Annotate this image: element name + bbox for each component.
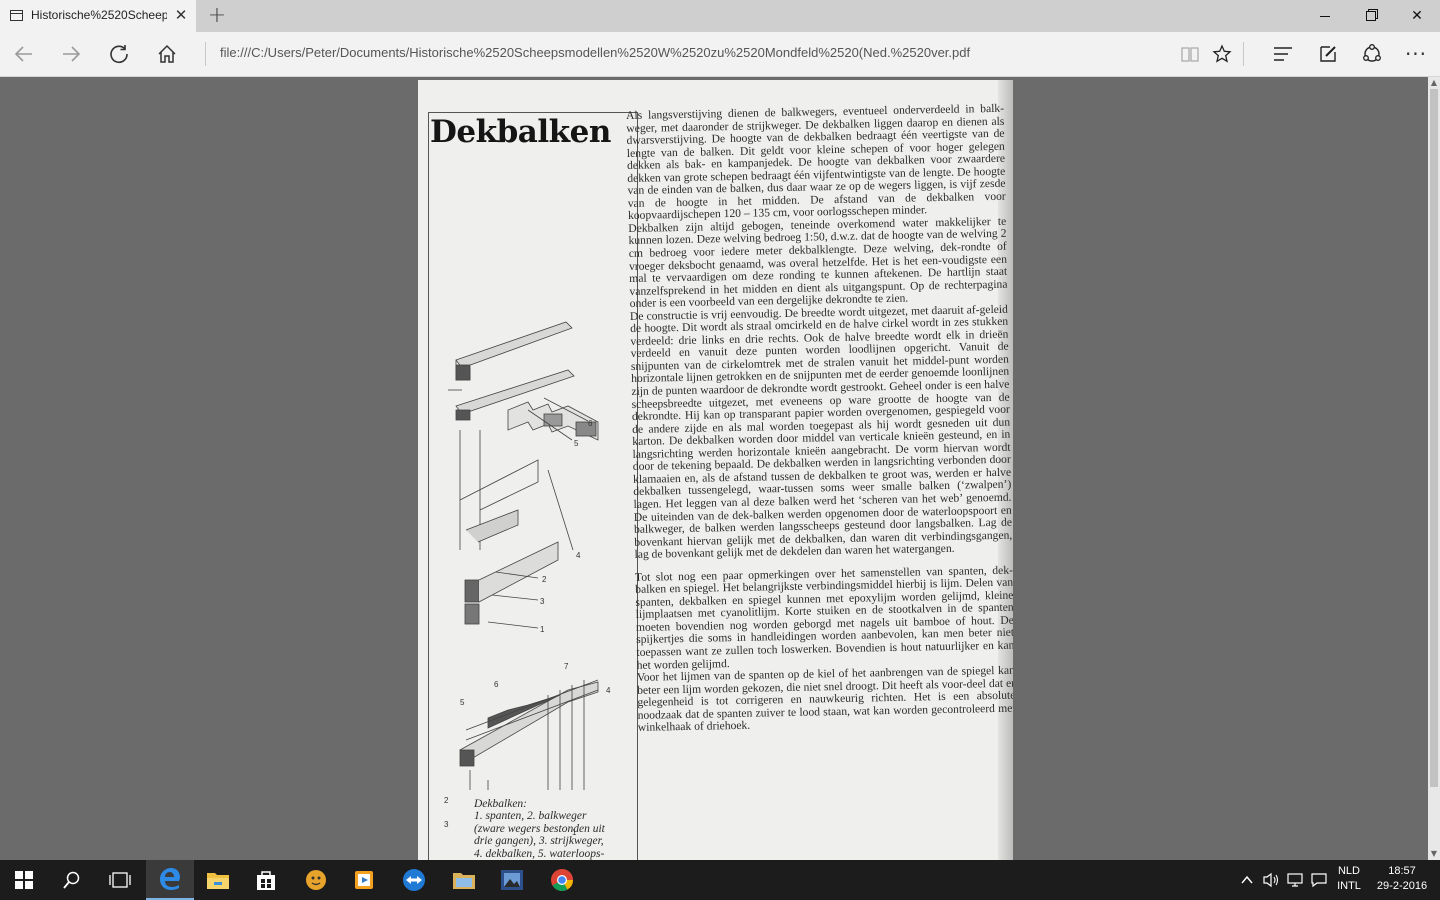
reading-view-icon[interactable] [1173,38,1207,70]
figure-label: 2 [444,796,449,805]
clock-date: 29-2-2016 [1376,880,1428,892]
task-view-icon[interactable] [96,860,144,900]
figure-label: 4 [606,686,611,695]
cheetah-app-icon[interactable] [292,860,340,900]
star-icon[interactable] [1205,38,1239,70]
figure-label: 1 [540,625,545,634]
separator [205,42,206,66]
teamviewer-icon[interactable] [390,860,438,900]
body-text: Als langsverstijving dienen de balkweger… [625,101,1013,735]
volume-icon[interactable] [1261,870,1281,890]
scroll-up-icon[interactable]: ▲ [1428,77,1440,89]
back-arrow-icon[interactable] [7,38,41,70]
figure-caption: Dekbalken: 1. spanten, 2. balkweger (zwa… [474,798,624,860]
paragraph: Dekbalken zijn altijd gebogen, teneinde … [628,214,1008,311]
address-bar[interactable]: file:///C:/Users/Peter/Documents/Histori… [220,45,1160,60]
figure-label: 3 [444,820,449,829]
network-icon[interactable] [1285,870,1305,890]
home-icon[interactable] [150,38,184,70]
pdf-page: Dekbalken Als langsverstijving dienen de… [418,80,1013,860]
chevron-up-icon[interactable] [1237,870,1257,890]
scroll-down-icon[interactable]: ▼ [1428,848,1440,860]
page-icon [10,10,23,21]
media-player-icon[interactable] [340,860,388,900]
figure-label: 5 [460,698,465,707]
vertical-scrollbar[interactable]: ▲ ▼ [1428,77,1440,860]
more-icon[interactable]: ··· [1399,38,1433,70]
windows-start-icon[interactable] [0,860,48,900]
paragraph: Tot slot nog een paar opmerkingen over h… [634,563,1013,672]
language-indicator[interactable]: NLD INTL [1332,864,1366,894]
title-bar: Historische%2520Scheep ✕ + ✕ [0,0,1440,32]
forward-arrow-icon[interactable] [54,38,88,70]
paragraph: Voor het lijmen van de spanten op de kie… [636,663,1013,735]
figure-label: 6 [588,419,593,428]
clock[interactable]: 18:57 29-2-2016 [1370,864,1434,894]
refresh-icon[interactable] [102,38,136,70]
edge-icon[interactable] [146,860,194,900]
caption-line: drie gangen), 3. strijkweger, [474,835,604,848]
scroll-thumb[interactable] [1430,89,1438,787]
minimize-button[interactable] [1302,0,1348,32]
chrome-icon[interactable] [538,860,586,900]
figure-label: 2 [542,575,547,584]
navigation-bar: file:///C:/Users/Peter/Documents/Histori… [0,32,1440,77]
paragraph: De constructie is vrij eenvoudig. De bre… [629,302,1013,562]
close-window-button[interactable]: ✕ [1394,0,1440,32]
hub-icon[interactable] [1266,38,1300,70]
figure-label: 7 [564,662,569,671]
caption-line: 4. dekbalken, 5. waterloops- [474,847,605,860]
language-label: NLD [1337,865,1360,877]
figure-labels: 6 5 4 2 3 1 [540,419,593,634]
browser-tab[interactable]: Historische%2520Scheep ✕ [0,0,196,32]
share-icon[interactable] [1355,38,1389,70]
folder-app-icon[interactable] [440,860,488,900]
keyboard-label: INTL [1337,880,1361,892]
tab-title: Historische%2520Scheep [31,8,167,22]
notifications-icon[interactable] [1309,870,1329,890]
caption-line: (zware wegers bestonden uit [474,822,605,835]
web-note-icon[interactable] [1311,38,1345,70]
clock-time: 18:57 [1388,865,1416,877]
new-tab-button[interactable]: + [204,4,230,28]
figure-label: 5 [574,439,579,448]
close-tab-icon[interactable]: ✕ [172,6,190,24]
figure-label: 4 [576,551,581,560]
pdf-viewer[interactable]: Dekbalken Als langsverstijving dienen de… [0,77,1428,860]
caption-line: Dekbalken: [474,798,527,810]
file-explorer-icon[interactable] [194,860,242,900]
photo-app-icon[interactable] [488,860,536,900]
separator [1243,42,1244,66]
search-icon[interactable] [48,860,96,900]
paragraph: Als langsverstijving dienen de balkweger… [625,101,1006,223]
figure-label: 6 [494,680,499,689]
restore-button[interactable] [1348,0,1394,32]
page-heading: Dekbalken [430,114,611,150]
taskbar: NLD INTL 18:57 29-2-2016 [0,860,1440,900]
figure-label: 3 [540,597,545,606]
caption-line: 1. spanten, 2. balkweger [474,810,587,823]
store-icon[interactable] [242,860,290,900]
